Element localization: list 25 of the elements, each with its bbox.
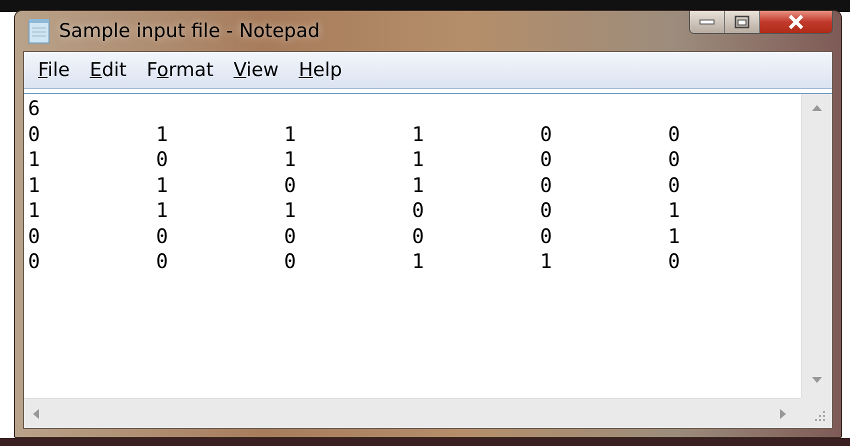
menu-item[interactable]: Edit	[82, 57, 135, 83]
text-line: 1 1 1 0 0 1	[28, 198, 682, 224]
maximize-icon	[734, 15, 750, 29]
close-button[interactable]	[760, 11, 832, 33]
minimize-icon	[699, 18, 715, 26]
text-line: 1 0 1 1 0 0	[28, 147, 682, 172]
minimize-button[interactable]	[690, 11, 725, 33]
text-line: 1 1 0 1 0 0	[28, 172, 682, 198]
horizontal-scrollbar[interactable]	[24, 398, 801, 428]
text-line: 0 0 0 1 1 0	[28, 249, 682, 274]
text-line: 0 0 0 0 0 1	[28, 224, 682, 249]
scroll-up-icon[interactable]	[811, 104, 823, 112]
text-line: 0 1 1 1 0 0	[28, 122, 682, 147]
scroll-down-icon[interactable]	[811, 376, 823, 384]
menu-item[interactable]: Format	[138, 57, 222, 83]
notepad-icon	[27, 18, 51, 44]
menu-item[interactable]: View	[226, 57, 287, 83]
window-title: Sample input file - Notepad	[59, 20, 320, 42]
maximize-button[interactable]	[725, 11, 760, 33]
scroll-left-icon[interactable]	[32, 408, 40, 420]
menu-item[interactable]: File	[30, 57, 78, 83]
text-line: 6	[28, 96, 42, 122]
vertical-scrollbar[interactable]	[801, 94, 832, 398]
scroll-right-icon[interactable]	[779, 408, 787, 420]
menu-item[interactable]: Help	[290, 57, 350, 83]
